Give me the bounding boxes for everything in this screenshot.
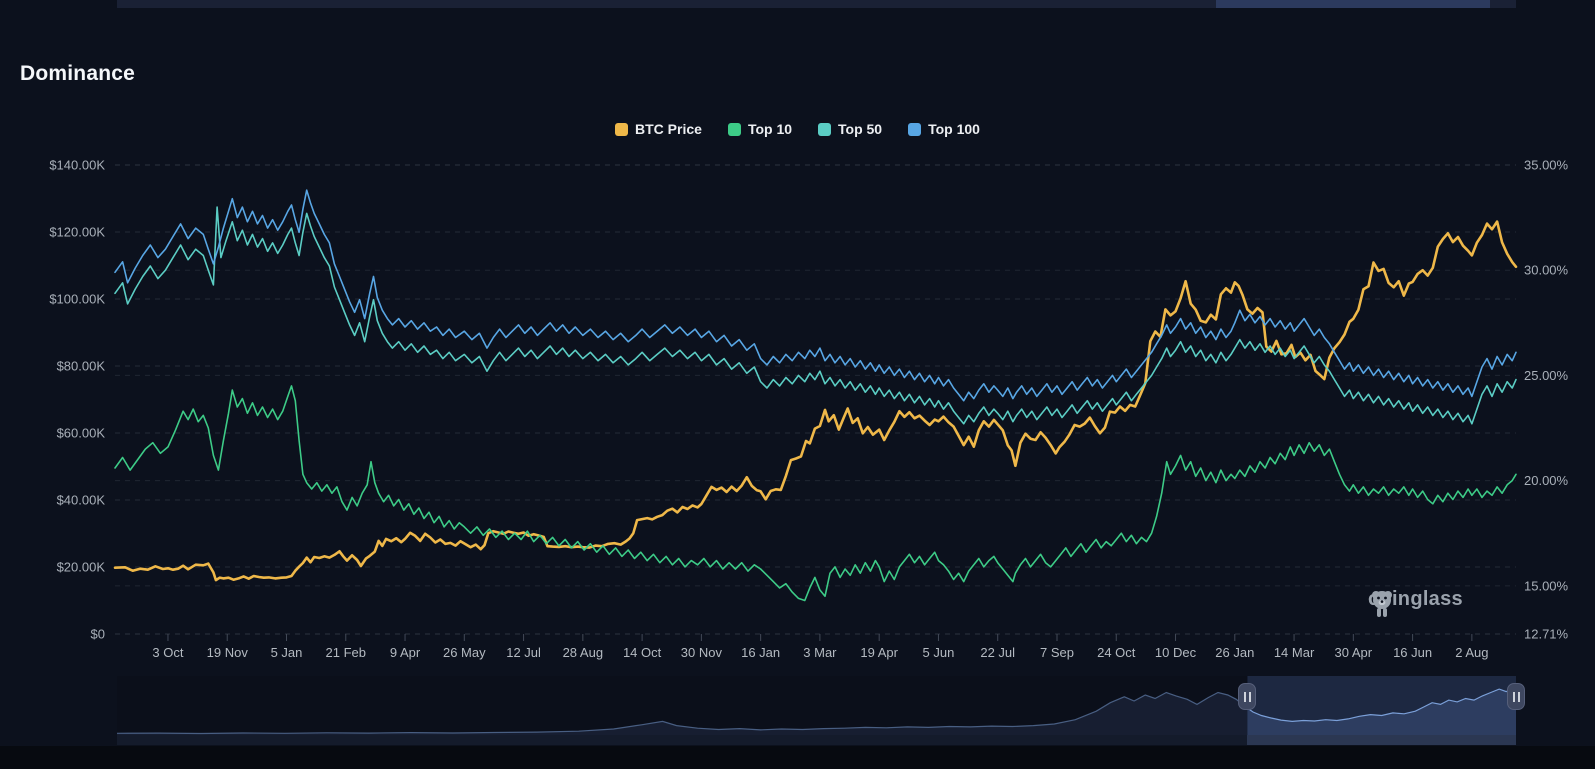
bottom-scrollbar-thumb[interactable] [1247,735,1516,745]
navigator-right-handle[interactable] [1507,683,1525,710]
bottom-spacer [0,746,1595,769]
dominance-chart-panel: Dominance BTC Price Top 10 Top 50 Top 100 $… [0,0,1595,769]
navigator-left-handle[interactable] [1238,683,1256,710]
navigator-mask [117,676,1248,735]
navigator[interactable] [0,0,1595,769]
